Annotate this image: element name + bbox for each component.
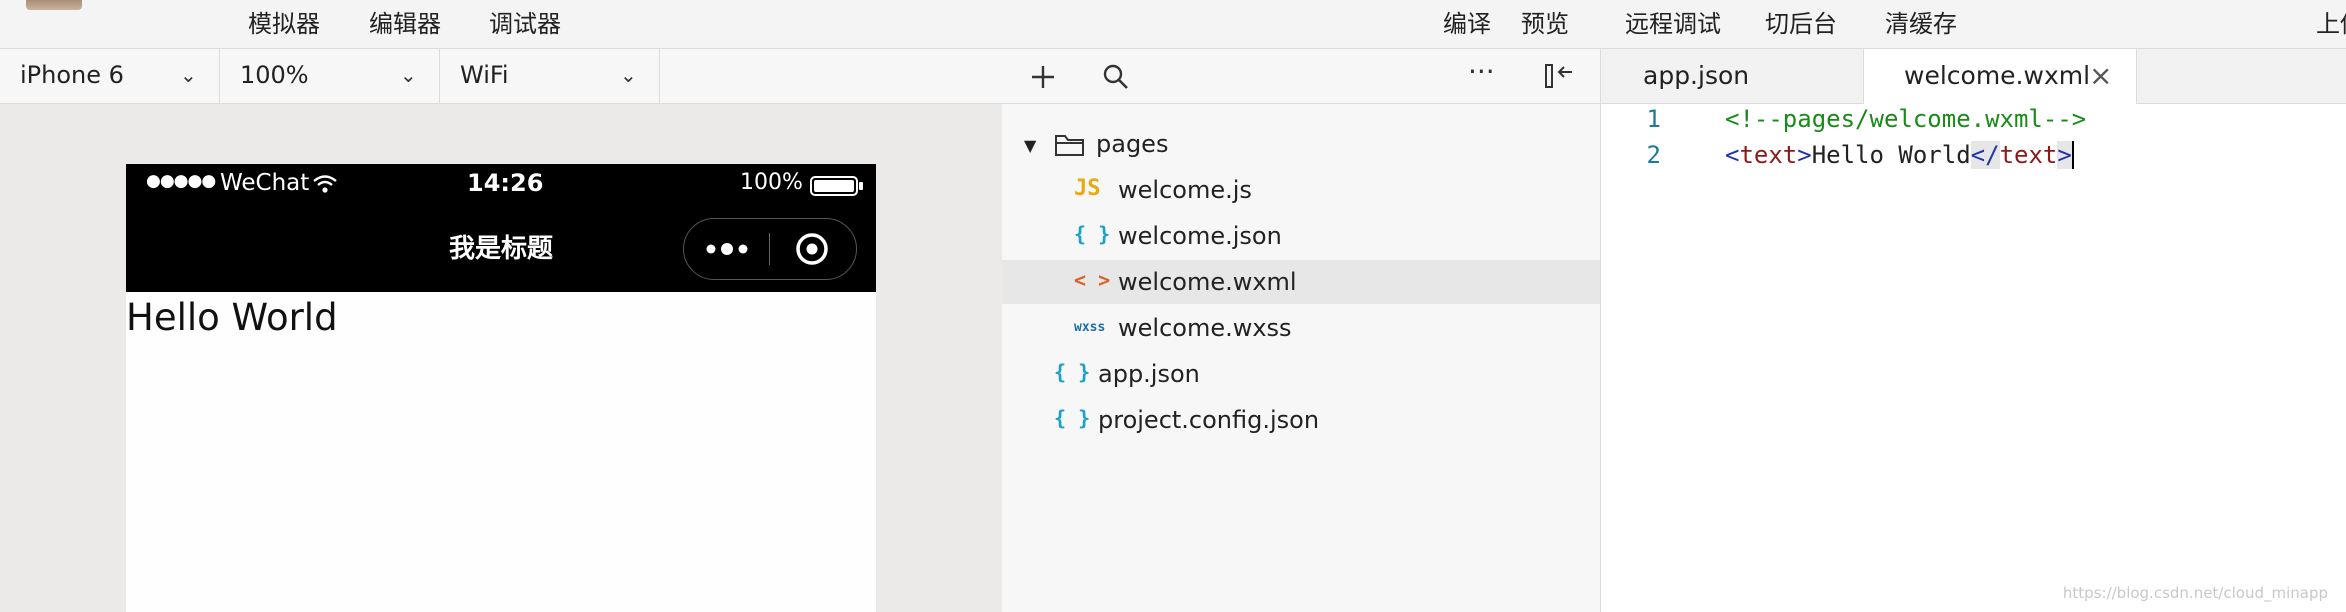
tab-app-json[interactable]: app.json — [1601, 49, 1864, 103]
wxml-file-icon: < > — [1074, 268, 1111, 292]
line-number: 2 — [1646, 141, 1661, 169]
page-text: Hello World — [126, 296, 338, 339]
folder-pages[interactable]: ▼ pages — [1002, 122, 1600, 166]
wxss-file-icon: wxss — [1074, 320, 1106, 335]
menu-clear-cache[interactable]: 清缓存 — [1885, 4, 1957, 39]
menu-preview[interactable]: 预览 — [1521, 4, 1569, 39]
file-toolbar: ··· — [1002, 49, 1600, 104]
text-content: Hello World — [1811, 141, 1971, 169]
tag-bracket: </ — [1970, 141, 2000, 169]
line-number: 1 — [1646, 105, 1661, 133]
menu-editor[interactable]: 编辑器 — [369, 4, 441, 39]
file-label: project.config.json — [1098, 406, 1320, 434]
device-select[interactable]: iPhone 6 ⌄ — [0, 49, 220, 103]
search-icon[interactable] — [1102, 63, 1130, 91]
tag-bracket: < — [1725, 141, 1740, 169]
file-project-config-json[interactable]: { } project.config.json — [1002, 398, 1600, 442]
chevron-down-icon: ⌄ — [400, 63, 417, 87]
file-welcome-wxml[interactable]: < > welcome.wxml — [1002, 260, 1600, 304]
battery-percent: 100% — [740, 170, 803, 195]
collapse-icon[interactable] — [1544, 63, 1574, 89]
json-file-icon: { } — [1054, 360, 1091, 384]
phone-nav-bar: 我是标题 — [126, 204, 876, 292]
add-icon[interactable] — [1030, 64, 1056, 90]
carrier-label: WeChat — [220, 170, 310, 196]
network-select-value: WiFi — [460, 61, 509, 89]
close-icon[interactable]: × — [2089, 59, 2112, 92]
network-select[interactable]: WiFi ⌄ — [440, 49, 660, 103]
file-app-json[interactable]: { } app.json — [1002, 352, 1600, 396]
close-target-icon[interactable] — [794, 231, 830, 267]
tab-welcome-wxml[interactable]: welcome.wxml × — [1864, 49, 2137, 104]
tab-label: welcome.wxml — [1904, 61, 2091, 90]
code-content: <text>Hello World</text> — [1725, 141, 2074, 169]
menu-debugger[interactable]: 调试器 — [489, 4, 561, 39]
file-label: welcome.wxml — [1118, 268, 1297, 296]
code-line[interactable]: 1 <!--pages/welcome.wxml--> — [1601, 105, 2346, 141]
chevron-down-icon: ⌄ — [180, 63, 197, 87]
signal-dots: ●●●●● — [146, 171, 216, 191]
capsule-divider — [769, 233, 770, 265]
folder-icon — [1055, 135, 1084, 156]
tag-name: text — [1739, 141, 1798, 169]
js-file-icon: JS — [1074, 176, 1101, 201]
phone-screen: ●●●●● WeChat 14:26 100% 我是标题 Hello World — [126, 164, 876, 612]
wifi-icon — [313, 175, 337, 193]
menu-upload[interactable]: 上传 — [2316, 4, 2346, 39]
phone-status-bar: ●●●●● WeChat 14:26 100% — [126, 164, 876, 204]
folder-label: pages — [1096, 130, 1169, 158]
caret-down-icon: ▼ — [1024, 136, 1037, 155]
file-label: welcome.js — [1118, 176, 1252, 204]
menu-background[interactable]: 切后台 — [1765, 4, 1837, 39]
zoom-select-value: 100% — [240, 61, 309, 89]
tab-label: app.json — [1643, 61, 1750, 90]
battery-icon — [810, 176, 863, 196]
menu-remote-debug[interactable]: 远程调试 — [1625, 4, 1721, 39]
file-welcome-js[interactable]: JS welcome.js — [1002, 168, 1600, 212]
json-file-icon: { } — [1074, 222, 1111, 246]
menu-simulator[interactable]: 模拟器 — [248, 4, 320, 39]
file-welcome-json[interactable]: { } welcome.json — [1002, 214, 1600, 258]
status-time: 14:26 — [467, 169, 544, 197]
tag-bracket: > — [1797, 141, 1812, 169]
more-dots-icon[interactable] — [704, 239, 750, 259]
capsule-menu — [683, 218, 857, 280]
file-label: welcome.wxss — [1118, 314, 1292, 342]
chevron-down-icon: ⌄ — [620, 63, 637, 87]
avatar[interactable] — [26, 0, 82, 10]
top-menu-bar: 模拟器 编辑器 调试器 编译 预览 远程调试 切后台 清缓存 上传 — [0, 0, 2346, 49]
more-icon[interactable]: ··· — [1468, 55, 1495, 88]
device-select-value: iPhone 6 — [20, 61, 124, 89]
tag-name: text — [1999, 141, 2058, 169]
file-label: app.json — [1098, 360, 1200, 388]
code-editor: app.json welcome.wxml × 1 <!--pages/welc… — [1601, 49, 2346, 612]
device-toolbar: iPhone 6 ⌄ 100% ⌄ WiFi ⌄ — [0, 49, 1003, 104]
tag-bracket: > — [2057, 141, 2074, 169]
code-line[interactable]: 2 <text>Hello World</text> — [1601, 141, 2346, 177]
json-file-icon: { } — [1054, 406, 1091, 430]
watermark: https://blog.csdn.net/cloud_minapp — [2062, 584, 2328, 602]
zoom-select[interactable]: 100% ⌄ — [220, 49, 440, 103]
code-comment: <!--pages/welcome.wxml--> — [1725, 105, 2087, 133]
menu-compile[interactable]: 编译 — [1443, 4, 1491, 39]
editor-tabs: app.json welcome.wxml × — [1601, 49, 2346, 104]
file-label: welcome.json — [1118, 222, 1282, 250]
file-panel: ··· ▼ pages JS welcome.js { } welcome.js… — [1002, 49, 1601, 612]
file-welcome-wxss[interactable]: wxss welcome.wxss — [1002, 306, 1600, 350]
